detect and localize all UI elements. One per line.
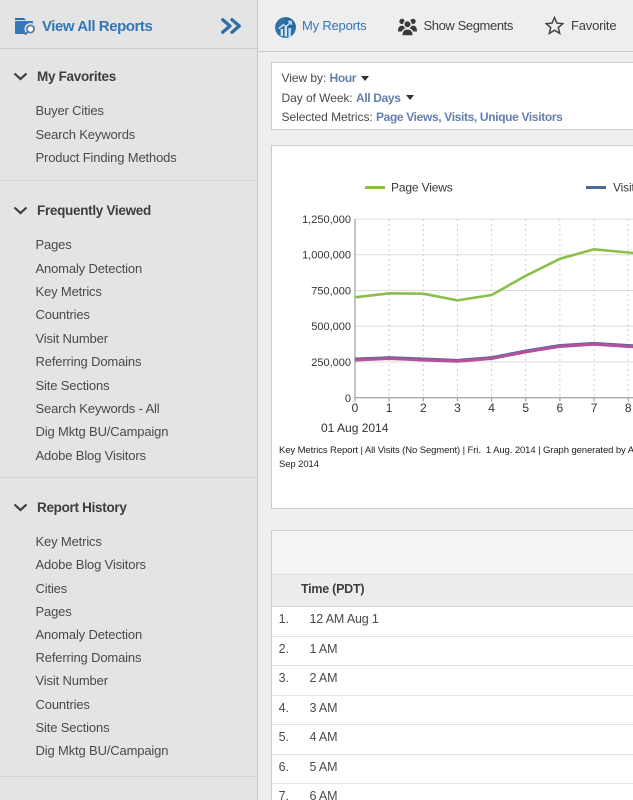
svg-text:Visits: Visits	[613, 181, 633, 195]
svg-text:01 Aug 2014: 01 Aug 2014	[321, 421, 389, 435]
svg-text:6: 6	[557, 401, 564, 415]
svg-text:750,000: 750,000	[311, 286, 351, 298]
svg-text:4: 4	[488, 401, 495, 415]
svg-text:0: 0	[352, 401, 359, 415]
svg-text:1,250,000: 1,250,000	[302, 214, 351, 226]
svg-text:2: 2	[420, 401, 427, 415]
svg-text:5: 5	[522, 401, 529, 415]
svg-text:7: 7	[591, 401, 598, 415]
svg-text:500,000: 500,000	[311, 321, 351, 333]
svg-text:3: 3	[454, 401, 461, 415]
svg-text:0: 0	[345, 393, 351, 405]
svg-text:8: 8	[625, 401, 632, 415]
svg-text:Page Views: Page Views	[391, 181, 453, 195]
svg-text:1,000,000: 1,000,000	[302, 250, 351, 262]
svg-text:1: 1	[386, 401, 393, 415]
svg-text:250,000: 250,000	[311, 357, 351, 369]
